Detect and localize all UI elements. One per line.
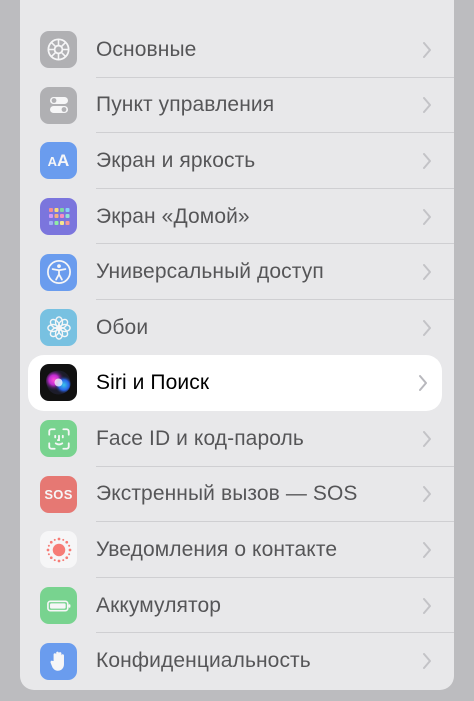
settings-row-label: Универсальный доступ	[96, 260, 324, 284]
settings-row-label: Экран «Домой»	[96, 204, 250, 228]
sos-badge-text: SOS	[44, 486, 73, 502]
text-size-icon: AA	[40, 142, 77, 180]
settings-row-display[interactable]: AA Экран и яркость	[20, 133, 454, 189]
settings-row-control-center[interactable]: Пункт управления	[20, 78, 454, 134]
settings-row-label: Face ID и код-пароль	[96, 426, 304, 450]
home-grid-icon	[40, 198, 77, 236]
settings-row-label: Аккумулятор	[96, 593, 222, 617]
siri-icon	[40, 364, 77, 402]
hand-icon	[40, 642, 77, 680]
flower-icon	[40, 309, 77, 347]
chevron-right-icon	[423, 152, 431, 169]
settings-row-label: Обои	[96, 315, 149, 339]
gear-icon	[40, 31, 77, 69]
chevron-right-icon	[423, 541, 431, 558]
chevron-right-icon	[423, 264, 431, 281]
chevron-right-icon	[423, 486, 431, 503]
settings-row-home-screen[interactable]: Экран «Домой»	[20, 189, 454, 245]
chevron-right-icon	[423, 430, 431, 447]
settings-row-label: Конфиденциальность	[96, 649, 311, 673]
accessibility-icon	[40, 253, 77, 291]
settings-row-wallpaper[interactable]: Обои	[20, 300, 454, 356]
sos-icon: SOS	[40, 475, 77, 513]
chevron-right-icon	[423, 597, 431, 614]
settings-row-exposure-notifications[interactable]: Уведомления о контакте	[20, 522, 454, 578]
chevron-right-icon	[423, 97, 431, 114]
settings-row-siri-search[interactable]: Siri и Поиск	[28, 355, 442, 411]
chevron-right-icon	[423, 653, 431, 670]
settings-row-label: Основные	[96, 37, 197, 61]
face-id-icon	[40, 420, 77, 458]
settings-row-label: Экран и яркость	[96, 148, 256, 172]
toggles-icon	[40, 86, 77, 124]
battery-icon	[40, 587, 77, 625]
settings-row-label: Пункт управления	[96, 93, 275, 117]
chevron-right-icon	[423, 41, 431, 58]
settings-row-accessibility[interactable]: Универсальный доступ	[20, 244, 454, 300]
chevron-right-icon	[423, 208, 431, 225]
settings-row-general[interactable]: Основные	[20, 22, 454, 78]
exposure-icon	[40, 531, 77, 569]
chevron-right-icon	[423, 319, 431, 336]
settings-row-battery[interactable]: Аккумулятор	[20, 578, 454, 634]
chevron-right-icon	[419, 374, 427, 391]
settings-row-label: Siri и Поиск	[96, 370, 210, 394]
settings-row-privacy[interactable]: Конфиденциальность	[20, 633, 454, 689]
settings-row-face-id[interactable]: Face ID и код-пароль	[20, 411, 454, 467]
settings-row-label: Экстренный вызов — SOS	[96, 482, 358, 506]
settings-row-label: Уведомления о контакте	[96, 537, 338, 561]
settings-row-emergency-sos[interactable]: SOS Экстренный вызов — SOS	[20, 467, 454, 523]
